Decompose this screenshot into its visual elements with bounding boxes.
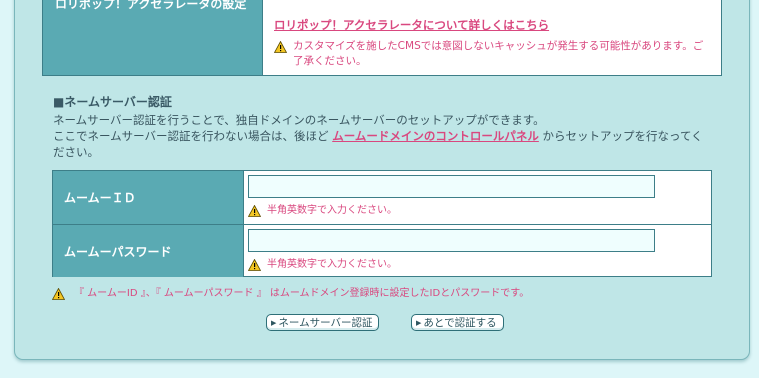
- nameserver-auth-label: ネームサーバー認証: [278, 317, 373, 329]
- accelerator-header: ロリポップ！アクセラレータの設定: [43, 0, 263, 75]
- id-cell: 半角英数字で入力ください。: [244, 171, 711, 224]
- credentials-note-text: 『 ムームーID 』、『 ムームーパスワード 』 はムームドメイン登録時に設定し…: [74, 288, 530, 299]
- password-hint: 半角英数字で入力ください。: [248, 257, 711, 272]
- warning-icon: [52, 287, 65, 300]
- control-panel-link[interactable]: ムームードメインのコントロールパネル: [332, 129, 539, 143]
- auth-later-label: あとで認証する: [423, 317, 497, 329]
- desc-line2-pre: ここでネームサーバー認証を行わない場合は、後ほど: [53, 129, 333, 143]
- section-title: ■ネームサーバー認証: [53, 95, 172, 109]
- muumuu-id-input[interactable]: [248, 175, 655, 198]
- id-hint-text: 半角英数字で入力ください。: [267, 205, 397, 216]
- form-row-id: ムームーＩＤ 半角英数字で入力ください。: [53, 171, 711, 224]
- accelerator-settings-row: ロリポップ！アクセラレータの設定 ロリポップ！アクセラレータについて詳しくはこち…: [42, 0, 722, 76]
- id-hint: 半角英数字で入力ください。: [248, 203, 711, 218]
- auth-later-button[interactable]: ▶ あとで認証する: [411, 314, 504, 331]
- accelerator-info-link[interactable]: ロリポップ！アクセラレータについて詳しくはこちら: [274, 18, 549, 32]
- section-description: ネームサーバー認証を行うことで、独自ドメインのネームサーバーのセットアップができ…: [53, 112, 708, 160]
- nameserver-auth-form: ムームーＩＤ 半角英数字で入力ください。 ムームーパスワード 半角英数字で入力く…: [52, 170, 712, 277]
- desc-line1: ネームサーバー認証を行うことで、独自ドメインのネームサーバーのセットアップができ…: [53, 113, 545, 127]
- warning-icon: [248, 259, 261, 271]
- password-hint-text: 半角英数字で入力ください。: [267, 259, 397, 270]
- accelerator-cell: ロリポップ！アクセラレータについて詳しくはこちら カスタマイズを施したCMSでは…: [263, 0, 721, 75]
- credentials-note: 『 ムームーID 』、『 ムームーパスワード 』 はムームドメイン登録時に設定し…: [52, 286, 529, 301]
- password-label: ムームーパスワード: [53, 225, 244, 277]
- id-label: ムームーＩＤ: [53, 171, 244, 224]
- accelerator-warning-text: カスタマイズを施したCMSでは意図しないキャッシュが発生する可能性があります。ご…: [293, 40, 704, 67]
- triangle-right-icon: ▶: [271, 318, 277, 327]
- warning-icon: [274, 41, 287, 53]
- warning-icon: [248, 205, 261, 217]
- form-row-password: ムームーパスワード 半角英数字で入力ください。: [53, 224, 711, 277]
- accelerator-warning: カスタマイズを施したCMSでは意図しないキャッシュが発生する可能性があります。ご…: [274, 39, 711, 69]
- password-cell: 半角英数字で入力ください。: [244, 225, 711, 277]
- muumuu-password-input[interactable]: [248, 229, 655, 252]
- triangle-right-icon: ▶: [416, 318, 422, 327]
- nameserver-auth-button[interactable]: ▶ ネームサーバー認証: [266, 314, 380, 331]
